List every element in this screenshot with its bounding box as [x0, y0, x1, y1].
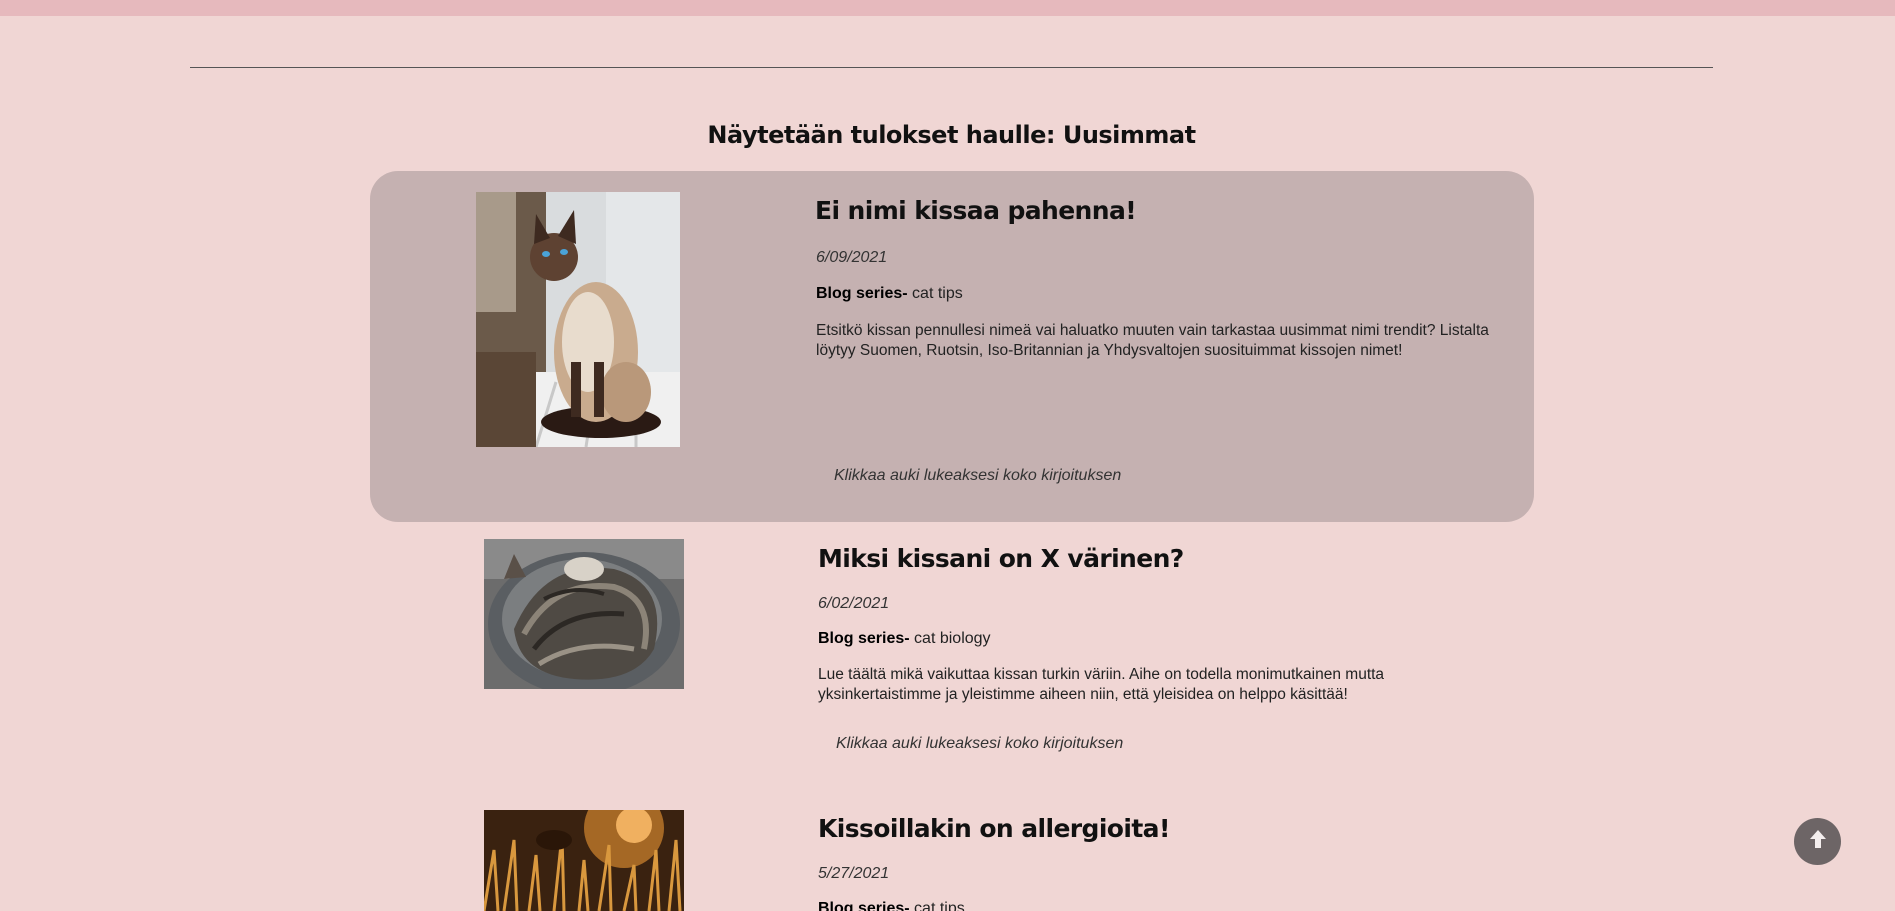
post-title[interactable]: Kissoillakin on allergioita! — [818, 814, 1170, 843]
post-excerpt: Lue täältä mikä vaikuttaa kissan turkin … — [818, 666, 1385, 703]
post-card[interactable]: Ei nimi kissaa pahenna! 6/09/2021 Blog s… — [370, 171, 1534, 522]
post-date: 6/09/2021 — [816, 249, 888, 266]
post-date: 6/02/2021 — [818, 595, 890, 612]
post-thumbnail-cat-in-grass[interactable] — [484, 810, 684, 911]
post-series: Blog series- cat tips — [818, 900, 965, 911]
arrow-up-icon — [1809, 829, 1827, 854]
post-title[interactable]: Ei nimi kissaa pahenna! — [815, 196, 1137, 225]
post-series: Blog series- cat tips — [816, 285, 963, 303]
series-label: Blog series- — [816, 285, 908, 302]
post-excerpt: Etsitkö kissan pennullesi nimeä vai halu… — [816, 322, 1489, 359]
top-strip — [0, 0, 1895, 16]
series-label: Blog series- — [818, 900, 910, 911]
series-value: cat tips — [912, 285, 963, 302]
post-card[interactable]: Miksi kissani on X värinen? 6/02/2021 Bl… — [370, 522, 1534, 792]
scroll-to-top-button[interactable] — [1794, 818, 1841, 865]
post-date: 5/27/2021 — [818, 865, 890, 882]
series-value: cat tips — [914, 900, 965, 911]
post-series: Blog series- cat biology — [818, 630, 991, 648]
read-more-link[interactable]: Klikkaa auki lukeaksesi koko kirjoitukse… — [836, 735, 1123, 753]
results-heading: Näytetään tulokset haulle: Uusimmat — [707, 121, 1196, 149]
post-title[interactable]: Miksi kissani on X värinen? — [818, 544, 1184, 573]
series-value: cat biology — [914, 630, 991, 647]
read-more-link[interactable]: Klikkaa auki lukeaksesi koko kirjoitukse… — [834, 467, 1121, 485]
post-thumbnail-tabby-cat[interactable] — [484, 539, 684, 689]
post-thumbnail-siamese-cat[interactable] — [476, 192, 680, 447]
series-label: Blog series- — [818, 630, 910, 647]
post-card[interactable]: Kissoillakin on allergioita! 5/27/2021 B… — [370, 792, 1534, 911]
header-divider — [190, 67, 1713, 68]
